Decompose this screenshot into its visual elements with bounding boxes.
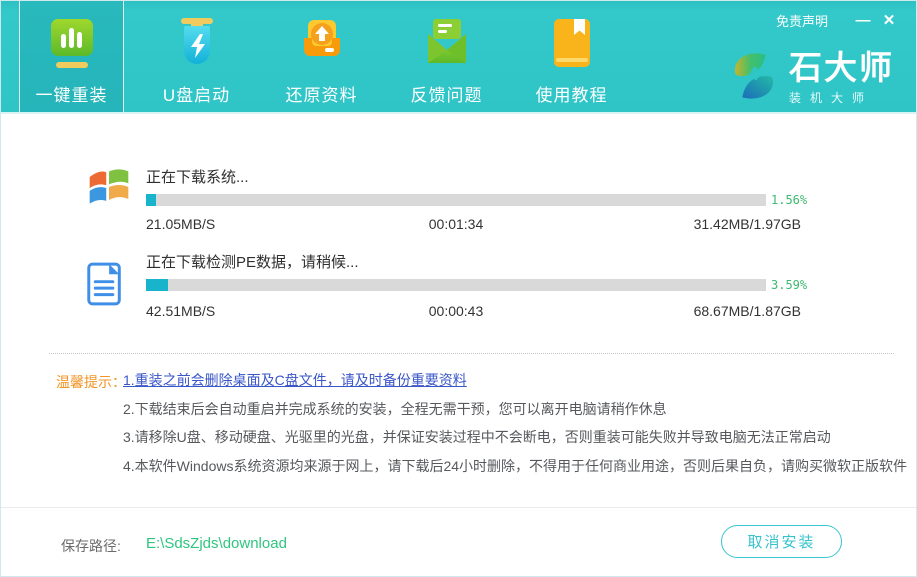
tip-line-auto-restart: 2.下载结束后会自动重启并完成系统的安装，全程无需干预，您可以离开电脑请稍作休息 [123,401,886,430]
tab-feedback[interactable]: 反馈问题 [394,1,499,112]
progress-fill [146,194,156,206]
header: 一键重装 U盘启动 [1,1,916,114]
tab-tutorial[interactable]: 使用教程 [519,1,624,112]
tab-one-key-reinstall[interactable]: 一键重装 [19,1,124,112]
restore-icon [296,17,348,73]
save-path-label: 保存路径: [61,536,121,556]
brand-logo: 石大师 装机大师 [729,47,894,110]
feedback-icon [421,17,473,73]
main-content: 正在下载系统... 1.56% 21.05MB/S 00:01:34 31.42… [1,116,916,509]
windows-logo-icon [86,164,132,217]
chart-icon [46,17,98,73]
disclaimer-link[interactable]: 免责声明 [776,11,828,30]
tab-label: 一键重装 [36,81,108,106]
window-controls: 免责声明 — ✕ [776,11,902,30]
divider [49,353,894,354]
tab-label: U盘启动 [163,81,230,106]
app-window: 一键重装 U盘启动 [0,0,917,577]
progress-percent: 1.56% [771,193,807,207]
book-icon [546,17,598,73]
tips-label: 温馨提示： [56,372,126,392]
tips-list: 1.重装之前会删除桌面及C盘文件，请及时备份重要资料 2.下载结束后会自动重启并… [123,372,886,486]
brand-subtitle: 装机大师 [789,89,894,106]
minimize-button[interactable]: — [850,12,876,30]
download-size: 68.67MB/1.87GB [694,303,801,319]
tip-line-remove-usb: 3.请移除U盘、移动硬盘、光驱里的光盘，并保证安装过程中不会断电，否则重装可能失… [123,429,886,458]
download-title: 正在下载检测PE数据，请稍候... [146,251,359,272]
progress-bar [146,279,766,291]
tip-line-license: 4.本软件Windows系统资源均来源于网上，请下载后24小时删除，不得用于任何… [123,458,886,487]
nav-tabs: 一键重装 U盘启动 [19,1,644,112]
download-time-remaining: 00:01:34 [146,216,766,232]
footer: 保存路径: E:\SdsZjds\download 取消安装 [1,507,916,576]
tab-label: 反馈问题 [411,81,483,106]
tab-label: 还原资料 [286,81,358,106]
tip-line-backup-warning: 1.重装之前会删除桌面及C盘文件，请及时备份重要资料 [123,372,886,401]
cancel-install-button[interactable]: 取消安装 [721,525,842,558]
brand-name: 石大师 [789,51,894,85]
download-time-remaining: 00:00:43 [146,303,766,319]
tab-restore-data[interactable]: 还原资料 [269,1,374,112]
tab-label: 使用教程 [536,81,608,106]
tab-usb-boot[interactable]: U盘启动 [144,1,249,112]
usb-icon [171,17,223,73]
save-path-value[interactable]: E:\SdsZjds\download [146,535,287,552]
progress-fill [146,279,168,291]
close-button[interactable]: ✕ [876,12,902,30]
progress-percent: 3.59% [771,278,807,292]
download-title: 正在下载系统... [146,166,249,187]
download-size: 31.42MB/1.97GB [694,216,801,232]
brand-swirl-icon [729,47,779,110]
document-icon [86,262,123,311]
progress-bar [146,194,766,206]
